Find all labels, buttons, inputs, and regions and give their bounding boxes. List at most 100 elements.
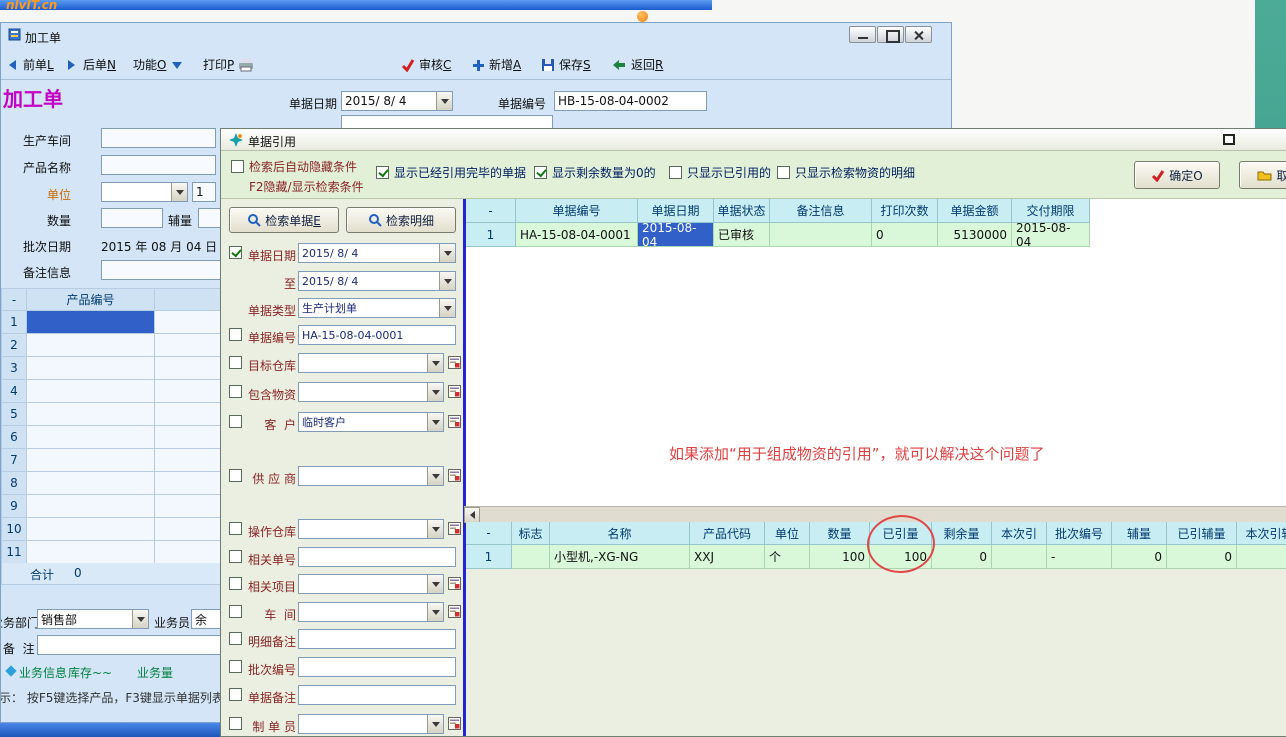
cell[interactable]: 0 [1167, 545, 1237, 569]
cell[interactable] [27, 541, 155, 564]
cell[interactable] [155, 449, 223, 472]
toolbar-button-save[interactable]: 保存S [541, 53, 591, 76]
aux-quantity-field[interactable] [198, 208, 222, 228]
maximize-button[interactable] [877, 26, 904, 43]
cell[interactable]: 已审核 [714, 223, 770, 247]
cell[interactable]: 2015-08-04 [638, 223, 714, 247]
cell[interactable]: - [1047, 545, 1112, 569]
dropdown-button[interactable] [171, 183, 187, 201]
field-checkbox[interactable] [229, 550, 242, 563]
field-checkbox[interactable] [229, 688, 242, 701]
cell[interactable] [27, 311, 155, 334]
note-field[interactable] [37, 635, 222, 655]
lookup-icon[interactable] [448, 577, 461, 590]
checkbox[interactable] [777, 166, 790, 179]
search-combo[interactable] [298, 574, 444, 594]
dropdown-button[interactable] [132, 610, 148, 628]
cell[interactable]: 1 [466, 545, 512, 569]
row-number[interactable]: 5 [2, 403, 27, 426]
cell[interactable] [27, 426, 155, 449]
cell[interactable]: 0 [1112, 545, 1167, 569]
cell[interactable] [155, 541, 223, 564]
cell[interactable] [155, 380, 223, 403]
row-number[interactable]: 3 [2, 357, 27, 380]
field-checkbox[interactable] [229, 469, 242, 482]
lookup-icon[interactable] [448, 385, 461, 398]
cell[interactable]: 0 [872, 223, 938, 247]
row-number[interactable]: 11 [2, 541, 27, 564]
cancel-button[interactable]: 取消 [1239, 161, 1286, 189]
cell[interactable]: 0 [932, 545, 992, 569]
search-text-field[interactable] [298, 547, 456, 567]
row-number[interactable]: 9 [2, 495, 27, 518]
checkbox[interactable] [231, 160, 244, 173]
search-combo[interactable] [298, 602, 444, 622]
search-documents-button[interactable]: 检索单据E [229, 207, 339, 233]
cell[interactable] [155, 518, 223, 541]
search-combo[interactable] [298, 466, 444, 486]
row-number[interactable]: 7 [2, 449, 27, 472]
toolbar-button-back[interactable]: 返回R [611, 53, 663, 76]
cell[interactable] [27, 334, 155, 357]
search-combo[interactable]: 生产计划单 [298, 298, 456, 318]
cell[interactable] [27, 380, 155, 403]
cell[interactable] [155, 426, 223, 449]
cell[interactable] [155, 495, 223, 518]
row-number[interactable]: 1 [2, 311, 27, 334]
dropdown-button[interactable] [439, 299, 455, 317]
dropdown-button[interactable] [427, 603, 443, 621]
cell[interactable] [27, 357, 155, 380]
search-text-field[interactable] [298, 657, 456, 677]
cell[interactable] [1237, 545, 1286, 569]
row-number[interactable]: 6 [2, 426, 27, 449]
field-checkbox[interactable] [229, 717, 242, 730]
field-checkbox[interactable] [229, 632, 242, 645]
search-combo[interactable] [298, 353, 444, 373]
toolbar-button-check[interactable]: 审核C [401, 53, 451, 76]
cell[interactable] [770, 223, 872, 247]
ok-button[interactable]: 确定O [1134, 161, 1220, 189]
dropdown-button[interactable] [427, 575, 443, 593]
field-checkbox[interactable] [229, 246, 242, 259]
row-number[interactable]: 2 [2, 334, 27, 357]
close-button[interactable] [905, 26, 932, 43]
dropdown-button[interactable] [427, 383, 443, 401]
dropdown-button[interactable] [427, 715, 443, 733]
lookup-icon[interactable] [448, 522, 461, 535]
field-checkbox[interactable] [229, 356, 242, 369]
lookup-icon[interactable] [448, 605, 461, 618]
field-checkbox[interactable] [229, 577, 242, 590]
lookup-icon[interactable] [448, 356, 461, 369]
search-combo[interactable]: 临时客户 [298, 412, 444, 432]
window-box-button[interactable] [1223, 134, 1235, 145]
product-name-field[interactable] [101, 155, 216, 175]
doc-no-field[interactable]: HB-15-08-04-0002 [554, 91, 707, 111]
cell[interactable] [512, 545, 550, 569]
field-checkbox[interactable] [229, 415, 242, 428]
dropdown-button[interactable] [427, 354, 443, 372]
toolbar-button-down[interactable]: 功能O [133, 53, 184, 76]
toolbar-button-printer[interactable]: 打印P [203, 53, 254, 76]
cell[interactable] [27, 518, 155, 541]
cell[interactable]: 2015-08-04 [1012, 223, 1090, 247]
search-combo[interactable]: 2015/ 8/ 4 [298, 243, 456, 263]
search-text-field[interactable] [298, 685, 456, 705]
remark-field[interactable] [101, 260, 221, 280]
cell[interactable] [992, 545, 1047, 569]
dropdown-button[interactable] [439, 272, 455, 290]
scroll-left-button[interactable] [464, 507, 480, 523]
cell[interactable] [155, 334, 223, 357]
business-info-label[interactable]: 业务信息 [19, 664, 67, 681]
search-details-button[interactable]: 检索明细 [346, 207, 456, 233]
search-text-field[interactable]: HA-15-08-04-0001 [298, 325, 456, 345]
minimize-button[interactable] [849, 26, 876, 43]
search-combo[interactable] [298, 519, 444, 539]
horizontal-scrollbar[interactable] [464, 506, 1286, 522]
row-number[interactable]: 10 [2, 518, 27, 541]
unit-combo[interactable] [101, 182, 188, 202]
checkbox[interactable] [534, 166, 547, 179]
dropdown-button[interactable] [427, 520, 443, 538]
field-checkbox[interactable] [229, 385, 242, 398]
cell[interactable] [27, 403, 155, 426]
cell[interactable] [155, 472, 223, 495]
